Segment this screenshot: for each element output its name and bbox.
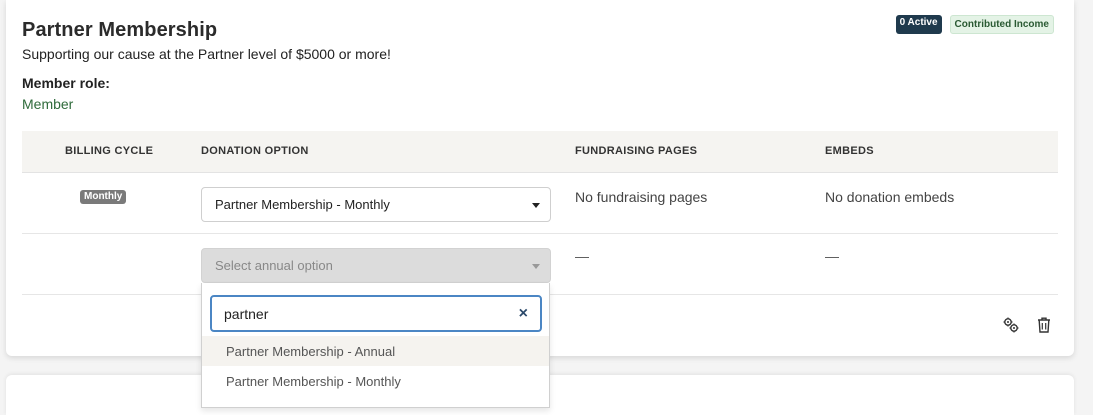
caret-down-icon bbox=[532, 203, 540, 208]
billing-cycle-badge: Monthly bbox=[80, 190, 127, 204]
status-badges: 0 Active Contributed Income bbox=[895, 15, 1054, 34]
row-actions bbox=[1002, 316, 1052, 334]
header-fundraising-pages: FUNDRAISING PAGES bbox=[575, 145, 698, 157]
trash-icon[interactable] bbox=[1036, 316, 1052, 334]
header-billing-cycle: BILLING CYCLE bbox=[65, 145, 154, 157]
dropdown-search-input[interactable] bbox=[224, 306, 504, 322]
caret-down-icon bbox=[532, 264, 540, 269]
clear-icon[interactable]: × bbox=[519, 305, 528, 323]
table-header: BILLING CYCLE DONATION OPTION FUNDRAISIN… bbox=[22, 131, 1058, 173]
billing-table: BILLING CYCLE DONATION OPTION FUNDRAISIN… bbox=[22, 131, 1058, 295]
table-row: Monthly Partner Membership - Monthly No … bbox=[22, 173, 1058, 234]
gears-icon[interactable] bbox=[1002, 316, 1020, 334]
annual-option-select[interactable]: Select annual option bbox=[201, 248, 551, 283]
fundraising-pages-value: No fundraising pages bbox=[575, 189, 708, 205]
dropdown-option-monthly[interactable]: Partner Membership - Monthly bbox=[202, 366, 549, 396]
dropdown-option-annual[interactable]: Partner Membership - Annual bbox=[202, 336, 549, 366]
active-count-badge: 0 Active bbox=[895, 15, 942, 34]
header-embeds: EMBEDS bbox=[825, 145, 874, 157]
annual-option-dropdown: × Partner Membership - Annual Partner Me… bbox=[201, 283, 550, 408]
header-donation-option: DONATION OPTION bbox=[201, 145, 309, 157]
embeds-value: No donation embeds bbox=[825, 189, 955, 205]
membership-title: Partner Membership bbox=[22, 19, 218, 41]
member-role-label: Member role: bbox=[22, 75, 110, 91]
member-role-value: Member bbox=[22, 96, 74, 112]
annual-option-placeholder: Select annual option bbox=[215, 258, 333, 273]
donation-option-select[interactable]: Partner Membership - Monthly bbox=[201, 187, 551, 222]
donation-option-value: Partner Membership - Monthly bbox=[215, 197, 390, 212]
dropdown-search-field[interactable]: × bbox=[210, 295, 542, 332]
membership-subtitle: Supporting our cause at the Partner leve… bbox=[22, 46, 391, 62]
income-type-badge: Contributed Income bbox=[949, 15, 1054, 34]
embeds-value: — bbox=[825, 248, 839, 264]
fundraising-pages-value: — bbox=[575, 248, 589, 264]
